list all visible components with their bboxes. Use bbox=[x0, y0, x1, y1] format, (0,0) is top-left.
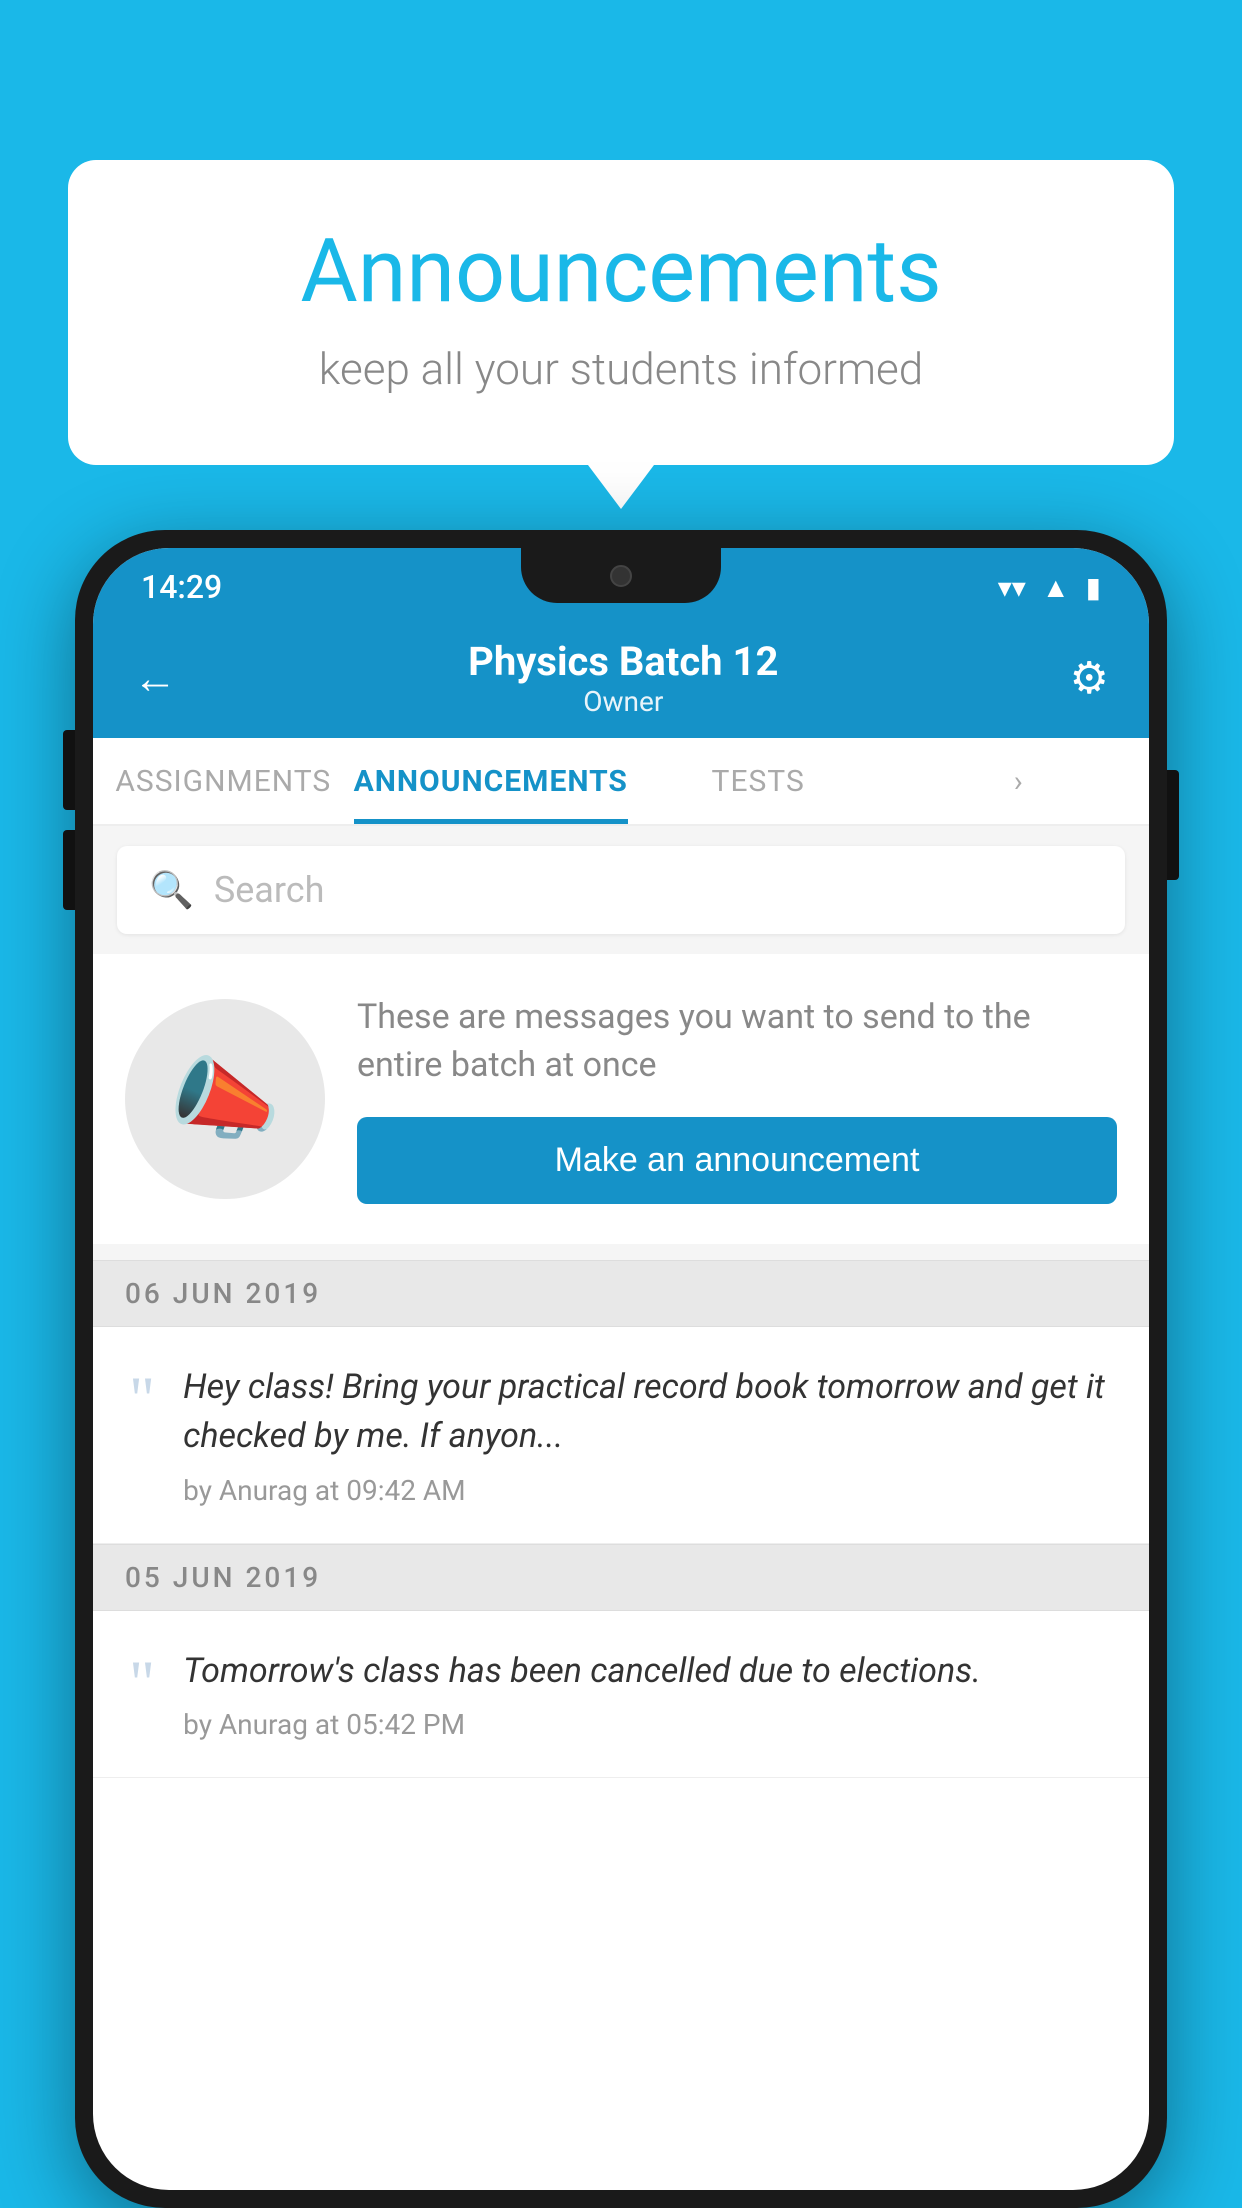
header-subtitle: Owner bbox=[468, 685, 778, 718]
search-icon: 🔍 bbox=[149, 869, 194, 911]
tab-assignments[interactable]: ASSIGNMENTS bbox=[93, 738, 354, 824]
status-icons: ▾▾ ▲ ▮ bbox=[998, 571, 1101, 604]
speech-bubble: Announcements keep all your students inf… bbox=[68, 160, 1174, 465]
signal-icon: ▲ bbox=[1042, 571, 1070, 604]
date-separator-1: 06 JUN 2019 bbox=[93, 1260, 1149, 1327]
announcement-text-group-1: Hey class! Bring your practical record b… bbox=[183, 1363, 1117, 1507]
phone-screen-area: 14:29 ▾▾ ▲ ▮ ← Physics Batch 12 Owner ⚙ bbox=[93, 548, 1149, 2190]
search-bar[interactable]: 🔍 Search bbox=[117, 846, 1125, 934]
announcement-text-2: Tomorrow's class has been cancelled due … bbox=[183, 1647, 1117, 1696]
app-header: ← Physics Batch 12 Owner ⚙ bbox=[93, 618, 1149, 738]
promo-icon-circle: 📣 bbox=[125, 999, 325, 1199]
back-button[interactable]: ← bbox=[133, 652, 177, 704]
tab-bar: ASSIGNMENTS ANNOUNCEMENTS TESTS › bbox=[93, 738, 1149, 826]
tab-tests[interactable]: TESTS bbox=[628, 738, 889, 824]
volume-down-button bbox=[63, 830, 75, 910]
settings-icon[interactable]: ⚙ bbox=[1070, 652, 1109, 704]
megaphone-icon: 📣 bbox=[169, 1047, 281, 1152]
status-time: 14:29 bbox=[141, 568, 222, 606]
power-button bbox=[1167, 770, 1179, 880]
quote-icon-1: " bbox=[129, 1367, 155, 1431]
front-camera bbox=[610, 565, 632, 587]
header-title: Physics Batch 12 bbox=[468, 638, 778, 685]
phone-screen: 14:29 ▾▾ ▲ ▮ ← Physics Batch 12 Owner ⚙ bbox=[93, 548, 1149, 2190]
announcement-meta-1: by Anurag at 09:42 AM bbox=[183, 1474, 1117, 1507]
main-content: 🔍 Search 📣 These are messages you want t… bbox=[93, 826, 1149, 2190]
promo-right: These are messages you want to send to t… bbox=[357, 994, 1117, 1204]
date-separator-2: 05 JUN 2019 bbox=[93, 1544, 1149, 1611]
promo-description: These are messages you want to send to t… bbox=[357, 994, 1117, 1089]
make-announcement-button[interactable]: Make an announcement bbox=[357, 1117, 1117, 1204]
announcements-subtitle: keep all your students informed bbox=[148, 343, 1094, 395]
announcement-text-1: Hey class! Bring your practical record b… bbox=[183, 1363, 1117, 1462]
content-area: 🔍 Search 📣 These are messages you want t… bbox=[93, 826, 1149, 1778]
phone-notch bbox=[521, 548, 721, 603]
announcement-meta-2: by Anurag at 05:42 PM bbox=[183, 1708, 1117, 1741]
quote-icon-2: " bbox=[129, 1651, 155, 1715]
tab-announcements[interactable]: ANNOUNCEMENTS bbox=[354, 738, 628, 824]
phone-outer-frame: 14:29 ▾▾ ▲ ▮ ← Physics Batch 12 Owner ⚙ bbox=[75, 530, 1167, 2208]
promo-card: 📣 These are messages you want to send to… bbox=[93, 954, 1149, 1244]
announcement-text-group-2: Tomorrow's class has been cancelled due … bbox=[183, 1647, 1117, 1741]
announcement-item-2[interactable]: " Tomorrow's class has been cancelled du… bbox=[93, 1611, 1149, 1778]
header-title-group: Physics Batch 12 Owner bbox=[468, 638, 778, 718]
wifi-icon: ▾▾ bbox=[998, 571, 1026, 604]
phone-mockup: 14:29 ▾▾ ▲ ▮ ← Physics Batch 12 Owner ⚙ bbox=[75, 530, 1167, 2208]
speech-bubble-container: Announcements keep all your students inf… bbox=[68, 160, 1174, 465]
announcements-title: Announcements bbox=[148, 220, 1094, 323]
volume-up-button bbox=[63, 730, 75, 810]
tab-more[interactable]: › bbox=[888, 738, 1149, 824]
more-icon: › bbox=[1014, 764, 1024, 799]
battery-icon: ▮ bbox=[1086, 571, 1101, 604]
announcement-item-1[interactable]: " Hey class! Bring your practical record… bbox=[93, 1327, 1149, 1544]
search-placeholder: Search bbox=[214, 869, 325, 911]
